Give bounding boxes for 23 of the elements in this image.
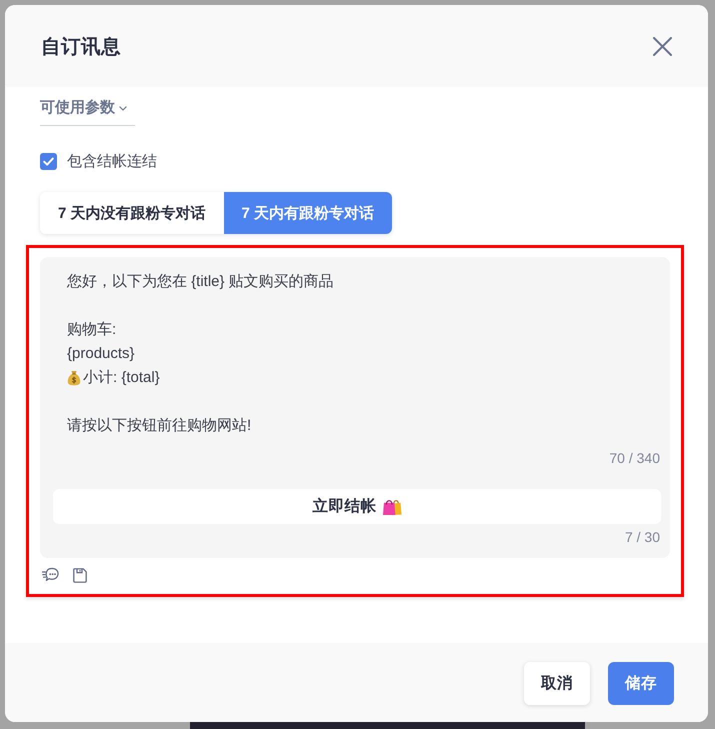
message-text: 请按以下按钮前往购物网站!	[67, 416, 252, 436]
close-icon[interactable]	[653, 36, 672, 56]
save-icon[interactable]	[73, 568, 87, 582]
chat-bubble-icon[interactable]	[42, 567, 59, 583]
message-text: 您好，以下为您在 {title} 贴文购买的商品	[67, 272, 335, 292]
message-text: 小计: {total}	[83, 368, 160, 388]
save-button[interactable]: 储存	[608, 662, 674, 705]
checkbox-label: 包含结帐连结	[67, 152, 157, 171]
chevron-down-icon	[119, 106, 127, 110]
character-counter: 70 / 340	[608, 450, 661, 466]
cancel-button[interactable]: 取消	[524, 662, 590, 705]
editor-panel[interactable]: 您好，以下为您在 {title} 贴文购买的商品 购物车: {products} 小计: {total} 请按以下按钮前往购物网站! 70 / 340 立即结帐 7 / 30	[40, 257, 670, 558]
message-text: {products}	[67, 344, 136, 364]
tab[interactable]: 7 天内没有跟粉专对话	[40, 192, 224, 234]
checkout-button[interactable]: 立即结帐	[53, 489, 661, 524]
shopping-bags-icon	[382, 497, 402, 516]
message-text: 购物车:	[67, 320, 118, 340]
dialog-title: 自订讯息	[41, 34, 121, 60]
money-bag-icon	[67, 370, 81, 386]
params-dropdown[interactable]: 可使用参数	[40, 95, 135, 126]
tab[interactable]: 7 天内有跟粉专对话	[224, 192, 392, 234]
checkbox[interactable]	[40, 153, 57, 170]
character-counter: 7 / 30	[624, 529, 661, 545]
